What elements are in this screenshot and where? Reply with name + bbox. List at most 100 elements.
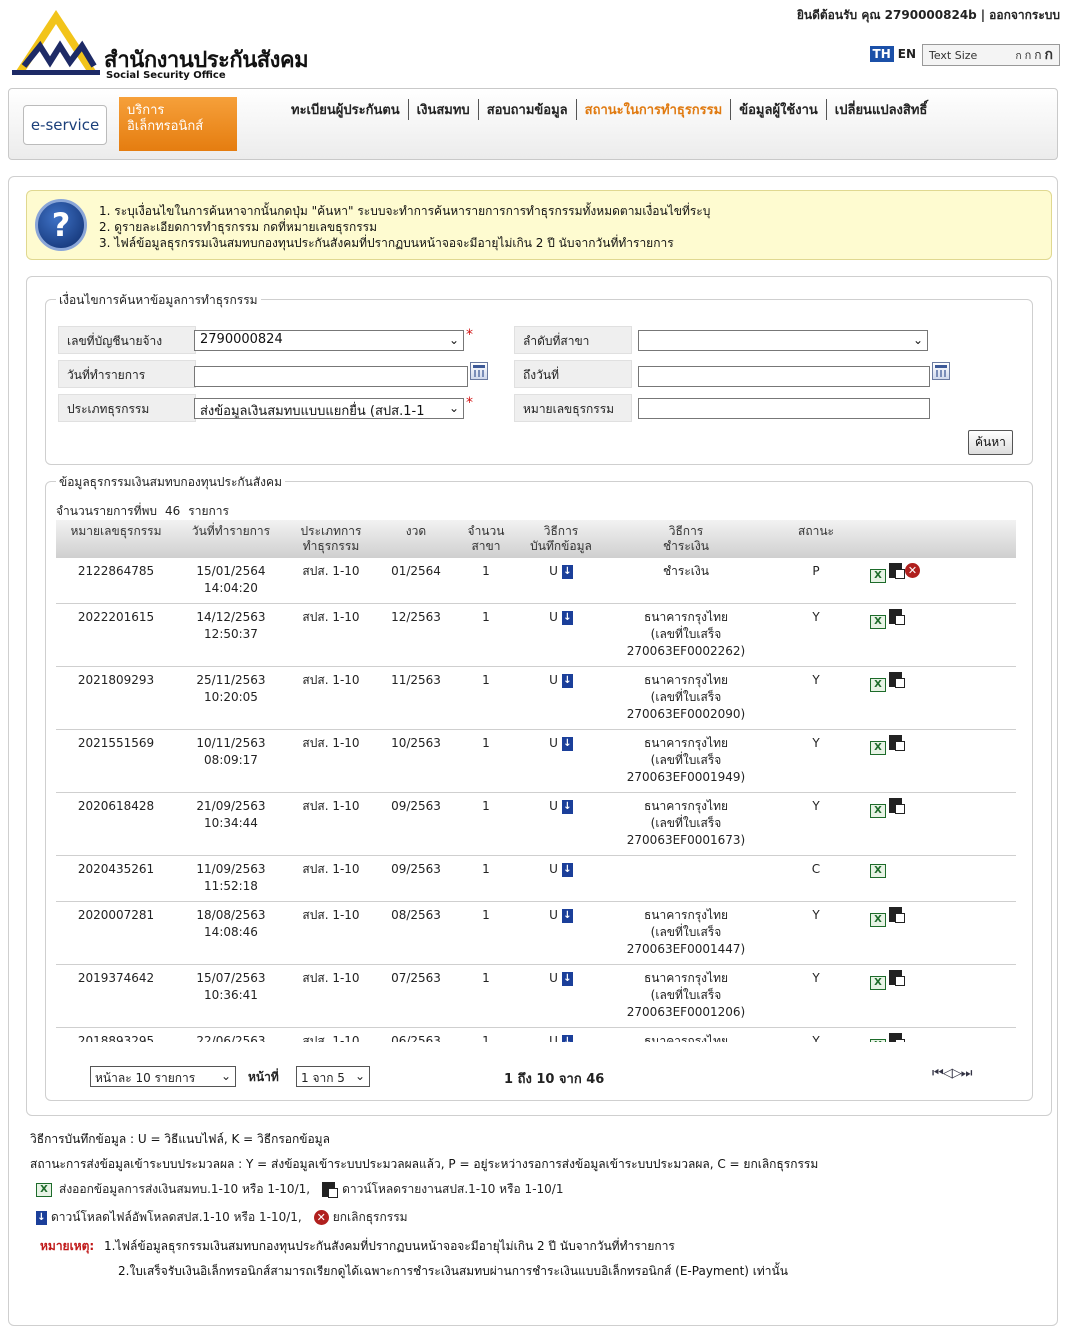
report-download-icon[interactable] — [889, 609, 905, 625]
method-code: U — [549, 610, 558, 624]
menu-contribution[interactable]: เงินสมทบ — [409, 99, 479, 120]
table-row: 2020435261 11/09/2563 11:52:18 สปส. 1-10 09/… — [56, 855, 1016, 902]
row-actions: X — [866, 901, 1016, 965]
download-icon[interactable]: ↓ — [561, 564, 573, 579]
branch-count: 1 — [456, 558, 516, 604]
excel-export-icon[interactable]: X — [870, 741, 886, 755]
logo-title-en: Social Security Office — [106, 70, 226, 81]
report-download-icon[interactable] — [889, 1033, 905, 1042]
search-criteria: เงื่อนไขการค้นหาข้อมูลการทำธุรกรรม เลขที… — [45, 291, 1033, 465]
download-icon[interactable]: ↓ — [561, 862, 573, 877]
employer-account-value: 2790000824 — [200, 332, 283, 347]
branch-select[interactable]: ⌄ — [638, 330, 928, 351]
payment-method: ธนาคารกรุงไทย (เลขที่ใบเสร็จ 270063EF00020… — [606, 666, 766, 730]
eservice-logo[interactable]: e-service — [23, 105, 107, 145]
download-icon: ↓ — [36, 1210, 47, 1225]
menu-transaction-status[interactable]: สถานะในการทำธุรกรรม — [577, 99, 732, 120]
text-size-option[interactable]: ก — [1045, 47, 1053, 63]
to-date-input[interactable] — [638, 366, 930, 387]
welcome-text: ยินดีต้อนรับ คุณ 2790000824b — [796, 8, 977, 22]
transaction-number-link[interactable]: 2022201615 — [56, 603, 176, 667]
count-prefix: จำนวนรายการที่พบ — [56, 504, 158, 518]
page-select[interactable]: 1 จาก 5 ⌄ — [296, 1066, 370, 1087]
excel-export-icon[interactable]: X — [870, 804, 886, 818]
remark-title: หมายเหตุ: — [40, 1239, 95, 1253]
per-page-select[interactable]: หน้าละ 10 รายการ ⌄ — [90, 1066, 236, 1087]
excel-export-icon[interactable]: X — [870, 569, 886, 583]
welcome-bar: ยินดีต้อนรับ คุณ 2790000824b | ออกจากระบบ — [796, 8, 1060, 22]
excel-export-icon[interactable]: X — [870, 1039, 886, 1042]
download-icon[interactable]: ↓ — [561, 971, 573, 986]
payment-method: ธนาคารกรุงไทย (เลขที่ใบเสร็จ 270063EF00014… — [606, 901, 766, 965]
download-icon[interactable]: ↓ — [561, 610, 573, 625]
record-method: U ↓ — [516, 729, 606, 793]
text-size-option[interactable]: ก — [1034, 48, 1041, 62]
transaction-date: 15/01/2564 14:04:20 — [176, 558, 286, 604]
transaction-number-link[interactable]: 2122864785 — [56, 558, 176, 604]
transaction-type: สปส. 1-10 — [286, 666, 376, 730]
report-download-icon[interactable] — [889, 798, 905, 814]
transaction-number-link[interactable]: 2021809293 — [56, 666, 176, 730]
eservice-banner[interactable]: บริการ อิเล็กทรอนิกส์ — [119, 97, 237, 151]
transaction-number-link[interactable]: 2021551569 — [56, 729, 176, 793]
lang-th-button[interactable]: TH — [869, 46, 894, 62]
download-icon[interactable]: ↓ — [561, 673, 573, 688]
excel-export-icon[interactable]: X — [870, 615, 886, 629]
transaction-type: สปส. 1-10 — [286, 901, 376, 965]
transaction-type-select[interactable]: ส่งข้อมูลเงินสมทบแบบแยกยื่น (สปส.1-1 ⌄ — [194, 398, 464, 419]
text-size-option[interactable]: ก — [1016, 51, 1022, 62]
transaction-number-link[interactable]: 2020435261 — [56, 855, 176, 902]
report-download-icon[interactable] — [889, 970, 905, 986]
transaction-number-link[interactable]: 2019374642 — [56, 964, 176, 1028]
report-note: ดาวน์โหลดรายงานสปส.1-10 หรือ 1-10/1 — [342, 1182, 564, 1196]
excel-export-icon[interactable]: X — [870, 976, 886, 990]
report-download-icon[interactable] — [889, 563, 905, 579]
report-download-icon[interactable] — [889, 672, 905, 688]
help-line-1: 1. ระบุเงื่อนไขในการค้นหาจากนั้นกดปุ่ม "… — [99, 204, 711, 218]
cancel-transaction-icon[interactable]: ✕ — [905, 563, 920, 578]
report-download-icon[interactable] — [889, 735, 905, 751]
download-icon[interactable]: ↓ — [561, 1034, 573, 1042]
menu-insured-registration[interactable]: ทะเบียนผู้ประกันตน — [283, 99, 409, 120]
transaction-type-label: ประเภทธุรกรรม — [58, 394, 196, 422]
menu-user-info[interactable]: ข้อมูลผู้ใช้งาน — [731, 99, 827, 120]
excel-export-icon[interactable]: X — [870, 678, 886, 692]
pager-navigation-icons[interactable]: ⏮◁▷⏭ — [932, 1066, 972, 1081]
status-code: Y — [766, 901, 866, 965]
transaction-number-link[interactable]: 2020618428 — [56, 792, 176, 856]
transaction-number-link[interactable]: 2020007281 — [56, 901, 176, 965]
search-button[interactable]: ค้นหา — [968, 430, 1013, 455]
download-icon[interactable]: ↓ — [561, 736, 573, 751]
results-table: หมายเลขธุรกรรม วันที่ทำรายการ ประเภทการท… — [56, 520, 1016, 1042]
lang-en-button[interactable]: EN — [898, 47, 916, 61]
excel-export-icon[interactable]: X — [870, 864, 886, 878]
menu-change-rights[interactable]: เปลี่ยนแปลงสิทธิ์ — [827, 99, 936, 120]
table-row: 2020618428 21/09/2563 10:34:44 สปส. 1-10 09/… — [56, 792, 1016, 856]
method-code: U — [549, 1034, 558, 1042]
transaction-number-link[interactable]: 2018893295 — [56, 1027, 176, 1042]
excel-export-icon[interactable]: X — [870, 913, 886, 927]
download-icon[interactable]: ↓ — [561, 908, 573, 923]
table-row: 2021551569 10/11/2563 08:09:17 สปส. 1-10 10/… — [56, 729, 1016, 793]
employer-account-select[interactable]: 2790000824 ⌄ — [194, 330, 464, 351]
download-icon[interactable]: ↓ — [561, 799, 573, 814]
menu-inquiry[interactable]: สอบถามข้อมูล — [479, 99, 577, 120]
report-download-icon[interactable] — [889, 907, 905, 923]
branch-count: 1 — [456, 855, 516, 902]
results-table-viewport[interactable]: หมายเลขธุรกรรม วันที่ทำรายการ ประเภทการท… — [56, 520, 1016, 1042]
excel-note: ส่งออกข้อมูลการส่งเงินสมทบ.1-10 หรือ 1-1… — [59, 1182, 311, 1196]
date-input[interactable] — [194, 366, 468, 387]
logo[interactable]: สำนักงานประกันสังคม Social Security Offi… — [10, 6, 330, 81]
col-header-record-method: วิธีการ บันทึกข้อมูล — [516, 520, 606, 558]
calendar-icon[interactable] — [470, 362, 488, 380]
col-header-date: วันที่ทำรายการ — [176, 520, 286, 558]
calendar-icon[interactable] — [932, 362, 950, 380]
status-note: สถานะการส่งข้อมูลเข้าระบบประมวลผล : Y = … — [30, 1157, 819, 1171]
table-row: 2122864785 15/01/2564 14:04:20 สปส. 1-10 01/… — [56, 558, 1016, 604]
transaction-type: สปส. 1-10 — [286, 855, 376, 902]
transaction-number-input[interactable] — [638, 398, 930, 419]
transaction-type: สปส. 1-10 — [286, 603, 376, 667]
text-size-option[interactable]: ก — [1025, 49, 1032, 62]
transaction-period: 07/2563 — [376, 964, 456, 1028]
logout-link[interactable]: ออกจากระบบ — [989, 8, 1060, 22]
